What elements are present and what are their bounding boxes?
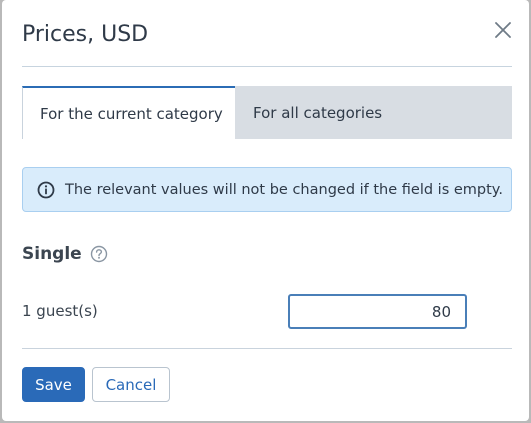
tab-label: For the current category: [40, 104, 223, 123]
tab-current-category[interactable]: For the current category: [22, 86, 235, 139]
info-icon: [37, 181, 55, 198]
save-button[interactable]: Save: [22, 367, 85, 402]
tab-bar: For the current category For all categor…: [22, 86, 512, 139]
title-divider: [22, 66, 512, 67]
guest-count-label: 1 guest(s): [22, 302, 98, 320]
price-input[interactable]: [288, 294, 467, 329]
info-message: The relevant values will not be changed …: [65, 181, 503, 198]
tab-label: For all categories: [253, 103, 383, 122]
close-icon: [495, 22, 511, 38]
info-alert: The relevant values will not be changed …: [22, 167, 512, 212]
footer-divider: [22, 348, 512, 349]
tab-all-categories[interactable]: For all categories: [235, 86, 512, 139]
section-header: Single: [22, 242, 108, 266]
cancel-button[interactable]: Cancel: [92, 367, 170, 402]
close-button[interactable]: [493, 20, 513, 40]
question-circle-icon[interactable]: [90, 245, 108, 263]
prices-dialog: Prices, USD For the current category For…: [2, 0, 529, 421]
dialog-title: Prices, USD: [22, 22, 149, 47]
section-title: Single: [22, 244, 82, 264]
